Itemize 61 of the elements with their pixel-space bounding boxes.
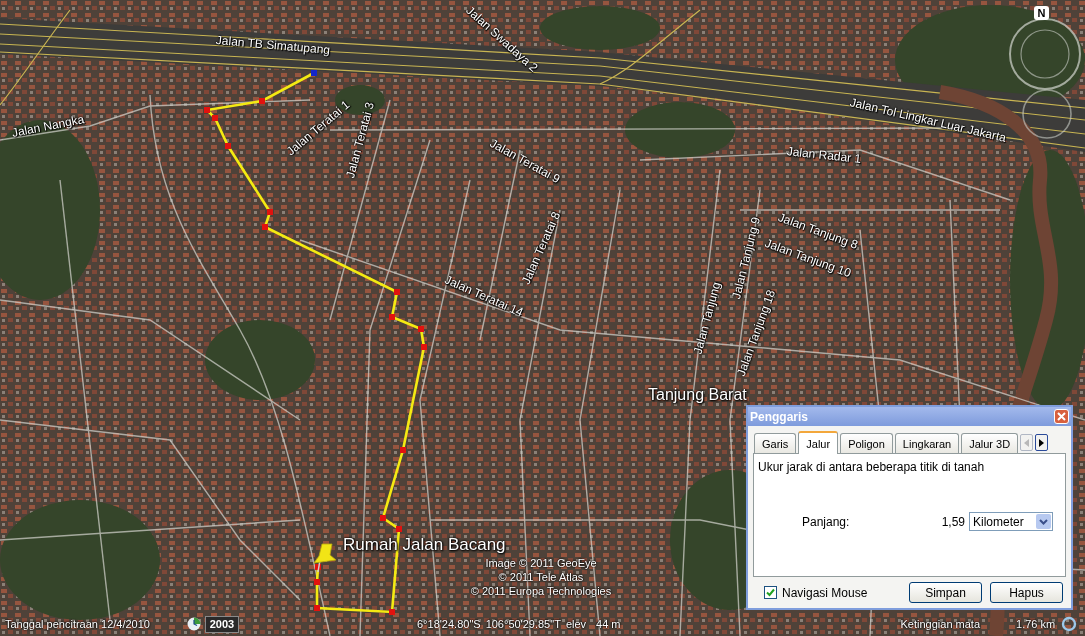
place-label: Tanjung Barat [648, 386, 747, 404]
attribution-text: © 2011 Tele Atlas [498, 570, 584, 584]
length-label: Panjang: [802, 514, 850, 529]
route-point-icon [212, 115, 218, 121]
description-text: Ukur jarak di antara beberapa titik di tanah [758, 460, 986, 474]
checkbox[interactable] [764, 586, 777, 599]
attribution-text: Image © 2011 GeoEye [485, 556, 597, 570]
road-label: Jalan TB Simatupang [215, 33, 331, 57]
close-button[interactable] [1054, 409, 1069, 424]
dialog-title: Penggaris [750, 409, 809, 424]
placemark-label[interactable]: Rumah Jalan Bacang [343, 535, 506, 554]
compass-ring-icon[interactable] [1009, 18, 1081, 90]
route-point-icon [204, 107, 210, 113]
imagery-date-text: Tanggal pencitraan 12/4/2010 [5, 618, 151, 630]
road-label: Jalan Nangka [10, 112, 86, 140]
route-point-icon [314, 579, 320, 585]
checkmark-icon [766, 588, 775, 597]
navigation-ring-icon[interactable] [1022, 89, 1072, 139]
checkbox-label[interactable]: Navigasi Mouse [782, 585, 868, 600]
longitude-text: 106°50'29.85"T [485, 618, 561, 630]
elevation-label: elev [565, 618, 587, 630]
eye-altitude-label: Ketinggian mata [900, 618, 981, 630]
north-indicator[interactable]: N [1034, 6, 1049, 20]
route-point-icon [267, 209, 273, 215]
close-icon [1057, 412, 1066, 421]
right-triangle-icon [1039, 438, 1045, 447]
route-point-icon [259, 98, 265, 104]
scroll-right-button[interactable] [1035, 434, 1049, 451]
save-button[interactable]: Simpan [909, 582, 982, 603]
route-point-icon [380, 515, 386, 521]
road-label: Jalan Tol Lingkar Luar Jakarta [848, 95, 1008, 145]
chevron-down-icon [1036, 514, 1051, 529]
length-value: 1,59 [941, 514, 965, 529]
tab[interactable]: Jalur [798, 431, 839, 454]
route-point-icon [314, 605, 320, 611]
tab[interactable]: Poligon [840, 433, 893, 453]
elevation-value: 44 m [596, 618, 621, 630]
route-point-icon [421, 344, 427, 350]
road-label: Jalan Radar 1 [786, 144, 862, 166]
route-point-icon [418, 326, 424, 332]
tab[interactable]: Jalur 3D [961, 433, 1019, 453]
route-point-icon [225, 143, 231, 149]
route-point-icon [396, 526, 402, 532]
route-point-icon [315, 564, 321, 570]
attribution-text: © 2011 Europa Technologies [470, 584, 612, 598]
route-point-icon [262, 224, 268, 230]
left-triangle-icon [1024, 438, 1030, 447]
tab[interactable]: Lingkaran [894, 433, 960, 453]
route-point-icon [389, 314, 395, 320]
route-point-icon [400, 447, 406, 453]
pushpin-icon[interactable] [313, 543, 337, 573]
route-point-icon [394, 289, 400, 295]
latitude-text: 6°18'24.80"S [417, 618, 481, 630]
eye-altitude-value: 1.76 km [1016, 618, 1056, 630]
unit-dropdown[interactable]: Kilometer [969, 512, 1053, 531]
clear-button[interactable]: Hapus [990, 582, 1063, 603]
route-point-icon [389, 609, 395, 615]
ring-icon [1061, 616, 1078, 632]
route-start-icon [311, 70, 317, 76]
tab[interactable]: Garis [754, 433, 797, 453]
clock-icon[interactable] [187, 617, 201, 631]
